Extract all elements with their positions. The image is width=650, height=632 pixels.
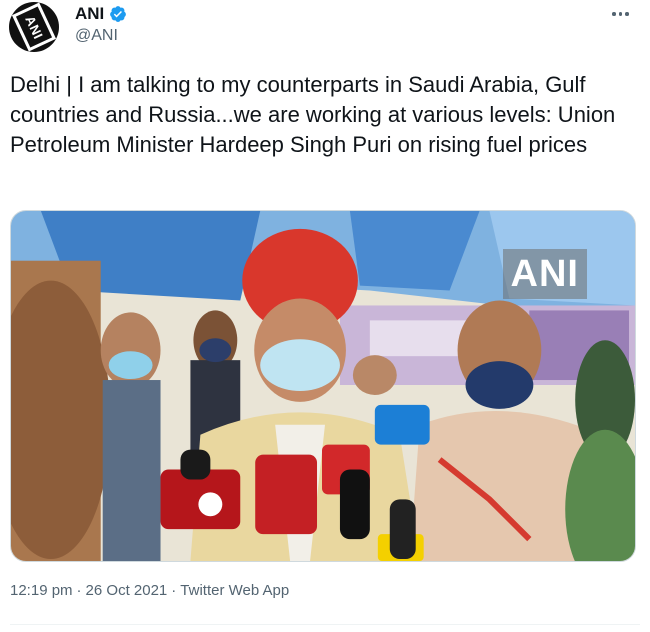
tweet-text: Delhi | I am talking to my counterparts … <box>10 72 616 157</box>
meta-separator: · <box>76 582 82 599</box>
tweet-source[interactable]: Twitter Web App <box>180 582 289 599</box>
avatar[interactable]: ANI <box>9 2 59 52</box>
media-watermark: ANI <box>502 249 587 299</box>
tweet-media-image[interactable]: ANI <box>10 210 636 562</box>
tweet-date[interactable]: 26 Oct 2021 <box>86 582 168 599</box>
ani-logo-icon: ANI <box>11 2 57 52</box>
author-name-row: ANI <box>75 4 127 24</box>
tweet-card: ANI ANI @ANI Delhi | I am talking to my … <box>0 0 650 632</box>
meta-separator: · <box>171 582 177 599</box>
avatar-logo-text: ANI <box>22 13 46 41</box>
author-display-name[interactable]: ANI <box>75 4 104 24</box>
verified-badge-icon <box>110 6 127 22</box>
tweet-meta: 12:19 pm · 26 Oct 2021 · Twitter Web App <box>10 582 289 599</box>
author-handle[interactable]: @ANI <box>75 27 118 45</box>
divider <box>10 624 640 625</box>
tweet-time[interactable]: 12:19 pm <box>10 582 73 599</box>
more-options-icon[interactable] <box>612 8 636 20</box>
